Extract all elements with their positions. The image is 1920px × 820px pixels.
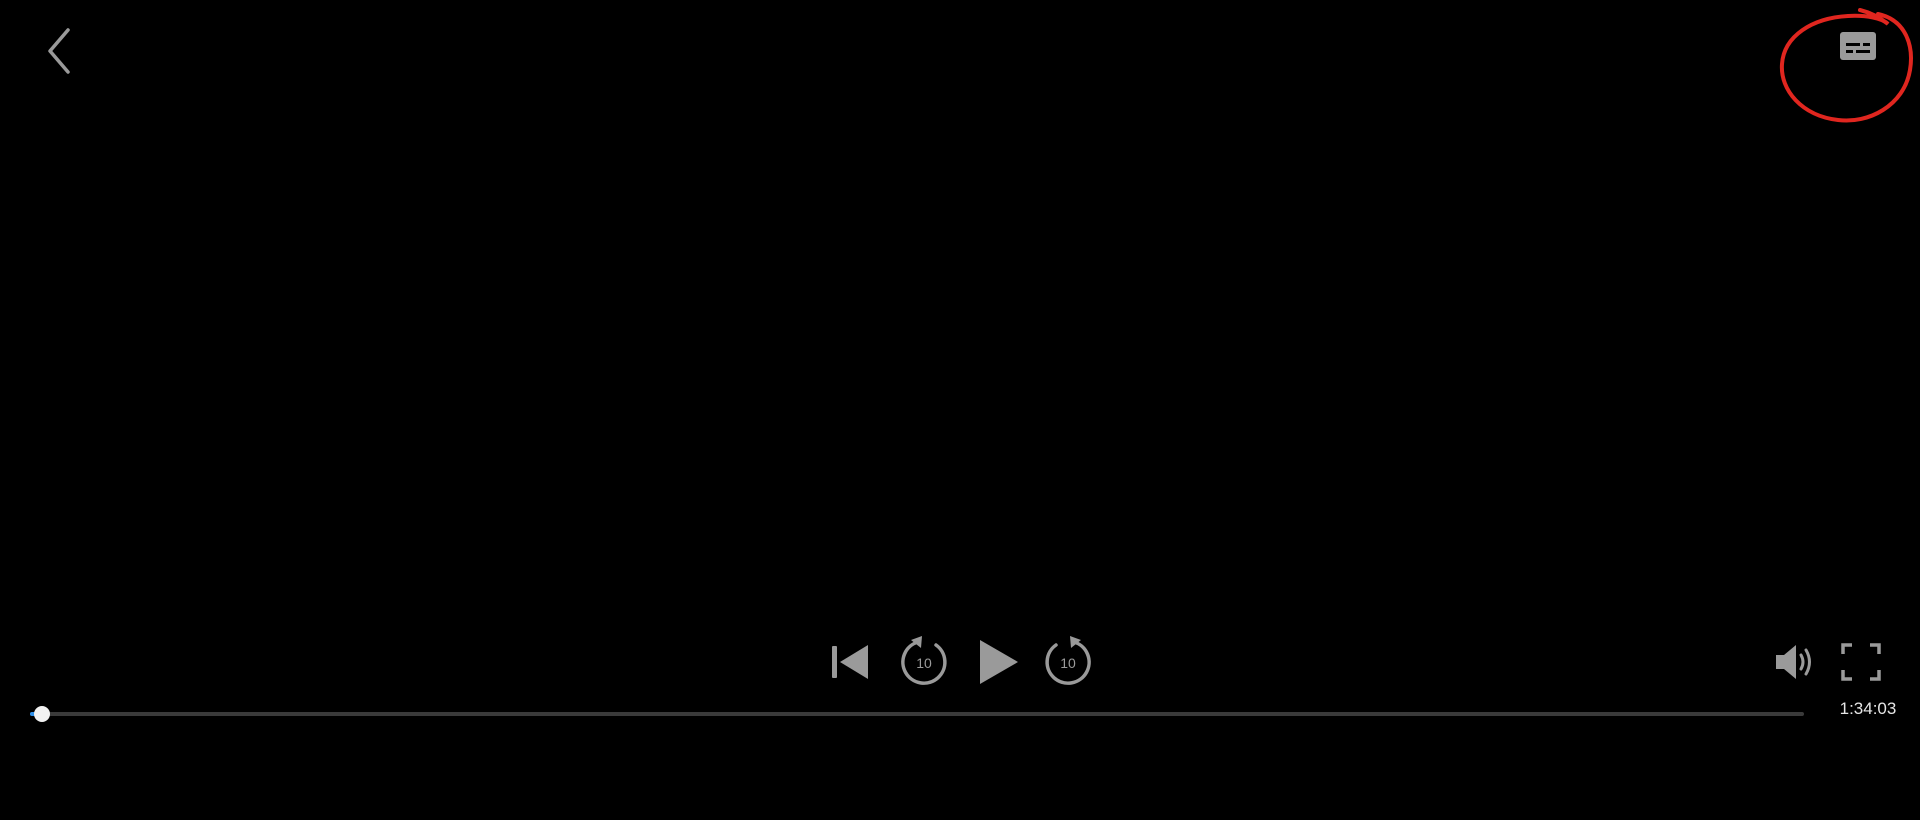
seek-thumb[interactable] bbox=[34, 706, 51, 722]
seek-track bbox=[30, 712, 1804, 716]
subtitles-button[interactable] bbox=[1830, 22, 1886, 70]
skip-previous-icon bbox=[832, 645, 868, 679]
fullscreen-button[interactable] bbox=[1838, 640, 1884, 684]
time-remaining: 1:34:03 bbox=[1839, 699, 1897, 718]
forward-10-button[interactable]: 10 bbox=[1042, 636, 1094, 688]
subtitles-icon bbox=[1840, 32, 1876, 60]
forward-amount-label: 10 bbox=[1060, 655, 1076, 671]
replay-10-icon: 10 bbox=[901, 636, 947, 685]
controls-row: 10 10 bbox=[0, 630, 1920, 696]
play-icon bbox=[980, 640, 1018, 684]
chevron-left-icon bbox=[48, 28, 70, 74]
rewind-10-button[interactable]: 10 bbox=[898, 636, 950, 688]
previous-button[interactable] bbox=[826, 640, 874, 684]
back-button[interactable] bbox=[38, 22, 80, 80]
rewind-amount-label: 10 bbox=[916, 655, 932, 671]
fullscreen-icon bbox=[1841, 643, 1881, 681]
play-button[interactable] bbox=[974, 638, 1022, 686]
volume-icon bbox=[1776, 645, 1811, 679]
video-player[interactable]: 10 10 1:34:03 bbox=[0, 0, 1920, 820]
volume-button[interactable] bbox=[1772, 640, 1818, 684]
forward-10-icon: 10 bbox=[1045, 636, 1091, 685]
seek-bar[interactable] bbox=[30, 706, 1804, 722]
